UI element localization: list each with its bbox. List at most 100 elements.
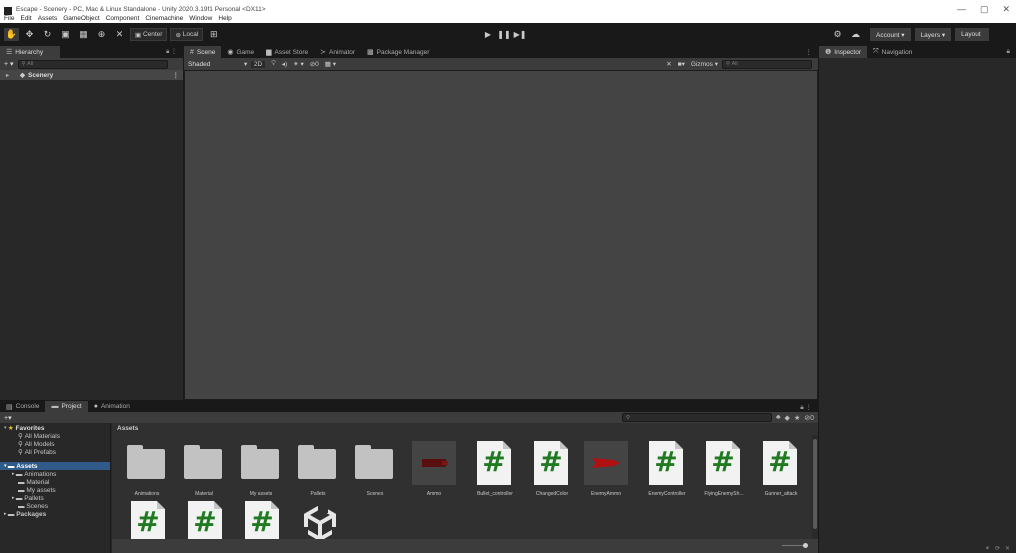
- tab-package-manager[interactable]: ▩ Package Manager: [361, 46, 435, 58]
- tab-scene[interactable]: # Scene: [184, 46, 222, 58]
- step-button[interactable]: ▶❚: [512, 28, 528, 41]
- asset-item[interactable]: Pallets: [291, 441, 345, 505]
- scene-search-input[interactable]: ⚲ All: [722, 59, 812, 69]
- asset-item[interactable]: Scenes: [348, 441, 402, 505]
- favorite-icon[interactable]: ★: [794, 414, 800, 422]
- favorite-item[interactable]: ⚲ All Models: [0, 440, 110, 449]
- transform-tool-icon[interactable]: ⊕: [94, 28, 109, 41]
- minimize-button[interactable]: —: [957, 4, 966, 15]
- tools-icon[interactable]: ✕: [666, 60, 671, 68]
- hand-tool-icon[interactable]: ✋: [4, 28, 19, 41]
- grid-toggle-icon[interactable]: ▦ ▾: [325, 60, 336, 68]
- asset-item[interactable]: # ChangedColor: [525, 441, 579, 505]
- menu-gameobject[interactable]: GameObject: [63, 15, 100, 22]
- asset-item[interactable]: Ammo: [407, 441, 461, 505]
- project-search-input[interactable]: ⚲: [621, 413, 772, 422]
- layers-dropdown[interactable]: Layers ▾: [914, 28, 952, 41]
- menu-component[interactable]: Component: [106, 15, 140, 22]
- camera-icon[interactable]: ■▾: [678, 60, 685, 68]
- asset-item[interactable]: EnemyAmmo: [579, 441, 633, 505]
- cloud-icon[interactable]: ☁: [848, 28, 863, 41]
- tree-folder-item[interactable]: ▸ ▬ Animations: [0, 470, 110, 478]
- rect-tool-icon[interactable]: ▦: [76, 28, 91, 41]
- asset-item[interactable]: # Bullet_controller: [468, 441, 522, 505]
- play-button[interactable]: ▶: [480, 28, 496, 41]
- assets-folder-row[interactable]: ▾ ▬ Assets: [0, 462, 110, 470]
- project-lock-icon[interactable]: 🔒︎ ⋮: [800, 403, 812, 412]
- maximize-button[interactable]: ▢: [980, 4, 989, 15]
- search-by-label-icon[interactable]: ◆: [785, 414, 790, 422]
- inspector-lock-icon[interactable]: 🔒︎: [1007, 48, 1010, 56]
- menu-cinemachine[interactable]: Cinemachine: [145, 15, 183, 22]
- rotate-tool-icon[interactable]: ↻: [40, 28, 55, 41]
- asset-item[interactable]: Material: [177, 441, 231, 505]
- tab-animator[interactable]: ≻ Animator: [314, 46, 361, 58]
- asset-grid-scrollbar[interactable]: [812, 435, 818, 539]
- favorite-item-label: All Prefabs: [24, 448, 57, 456]
- tree-folder-item[interactable]: ▬ Scenes: [0, 502, 110, 510]
- menu-help[interactable]: Help: [218, 15, 231, 22]
- favorite-item[interactable]: ⚲ All Materials: [0, 432, 110, 441]
- tree-folder-item[interactable]: ▬ My assets: [0, 486, 110, 494]
- tab-inspector[interactable]: ❶ Inspector: [819, 46, 868, 58]
- shading-mode-dropdown[interactable]: Shaded: [188, 61, 244, 68]
- asset-item[interactable]: My assets: [234, 441, 288, 505]
- expand-arrow-icon[interactable]: ▸: [6, 72, 9, 79]
- scene-menu-icon[interactable]: ⋮: [806, 48, 813, 56]
- breadcrumb[interactable]: Assets: [117, 425, 138, 432]
- scrollbar-thumb[interactable]: [813, 439, 817, 529]
- asset-item[interactable]: Animations: [120, 441, 174, 505]
- project-panel: ▤ Console ▬ Project ● Animation 🔒︎ ⋮ +▾ ⚲ ♣…: [0, 400, 818, 553]
- tab-console[interactable]: ▤ Console: [0, 401, 45, 413]
- search-by-type-icon[interactable]: ♣: [776, 414, 781, 421]
- tab-animation[interactable]: ● Animation: [88, 401, 136, 413]
- asset-item[interactable]: # Gunner_attack: [754, 441, 808, 505]
- move-tool-icon[interactable]: ✥: [22, 28, 37, 41]
- add-object-button[interactable]: + ▾: [4, 60, 14, 68]
- tree-folder-item[interactable]: ▬ Material: [0, 478, 110, 486]
- create-asset-button[interactable]: +▾: [4, 414, 12, 422]
- hierarchy-search-input[interactable]: ⚲ All: [17, 59, 168, 69]
- asset-item[interactable]: # FlyingEnemySh...: [697, 441, 751, 505]
- progress-icon[interactable]: ⟳: [995, 545, 1000, 552]
- favorite-item[interactable]: ⚲ All Prefabs: [0, 448, 110, 457]
- scale-tool-icon[interactable]: ▣: [58, 28, 73, 41]
- effects-icon[interactable]: ✴ ▾: [293, 60, 304, 68]
- tab-asset-store[interactable]: ▆ Asset Store: [260, 46, 314, 58]
- menu-assets[interactable]: Assets: [38, 15, 58, 22]
- mode-2d-toggle[interactable]: 2D: [250, 60, 266, 68]
- collab-icon[interactable]: ⚙: [830, 28, 845, 41]
- packages-row[interactable]: ▸ ▬ Packages: [0, 510, 110, 518]
- audio-icon[interactable]: ◂): [282, 60, 287, 68]
- notification-icon[interactable]: ✕: [1005, 545, 1010, 552]
- gizmos-dropdown[interactable]: Gizmos ▾: [691, 60, 718, 68]
- layout-dropdown[interactable]: Layout: [955, 28, 990, 41]
- bug-icon[interactable]: ✶: [985, 545, 990, 552]
- custom-tool-icon[interactable]: ✕: [112, 28, 127, 41]
- tab-navigation[interactable]: ⤧ Navigation: [867, 46, 918, 58]
- close-button[interactable]: ✕: [1002, 4, 1010, 15]
- lighting-icon[interactable]: 💡︎: [271, 60, 276, 68]
- shading-dropdown-arrow-icon[interactable]: ▾: [244, 60, 251, 68]
- lock-icon[interactable]: 🔒︎ ⋮: [166, 48, 177, 56]
- favorites-row[interactable]: ▾ ★ Favorites: [0, 424, 110, 433]
- asset-item[interactable]: # EnemyController: [640, 441, 694, 505]
- icon-size-slider-thumb[interactable]: [803, 543, 808, 548]
- tab-project[interactable]: ▬ Project: [45, 400, 88, 413]
- asset-label: Material: [195, 491, 213, 497]
- hidden-packages-icon[interactable]: ⊘0: [804, 414, 814, 422]
- menu-file[interactable]: File: [4, 15, 14, 22]
- tab-game[interactable]: ◉ Game: [221, 46, 260, 58]
- scene-menu-icon[interactable]: ⋮: [173, 71, 180, 79]
- tree-folder-item[interactable]: ▸ ▬ Pallets: [0, 494, 110, 502]
- account-dropdown[interactable]: Account ▾: [870, 28, 911, 41]
- menu-edit[interactable]: Edit: [20, 15, 31, 22]
- snap-icon[interactable]: ⊞: [206, 28, 221, 41]
- hierarchy-scene-row[interactable]: ▸ ◆ Scenery ⋮: [0, 70, 183, 80]
- space-toggle-button[interactable]: ⊛ Local: [170, 28, 204, 41]
- pivot-toggle-button[interactable]: ▣ Center: [130, 28, 168, 41]
- scene-viewport[interactable]: [184, 70, 818, 400]
- tab-hierarchy[interactable]: ☰ Hierarchy: [0, 46, 60, 58]
- pause-button[interactable]: ❚❚: [496, 28, 512, 41]
- menu-window[interactable]: Window: [189, 15, 212, 22]
